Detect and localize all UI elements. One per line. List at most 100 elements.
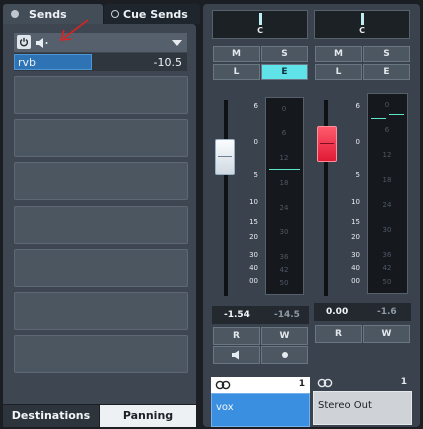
link-rings-icon[interactable] bbox=[317, 378, 333, 388]
meter-tick: 6 bbox=[384, 126, 390, 134]
dropdown-triangle-icon[interactable] bbox=[171, 38, 183, 48]
fader-tick: 30 bbox=[249, 251, 258, 259]
peak-value: -1.6 bbox=[377, 307, 397, 317]
fader-tick: 00 bbox=[351, 277, 360, 285]
fader-tick: 0 bbox=[253, 138, 258, 146]
send-slot-8[interactable] bbox=[14, 335, 188, 373]
tab-cue-sends[interactable]: Cue Sends bbox=[104, 4, 200, 24]
pan-value: C bbox=[257, 26, 263, 35]
fader-tick: 5 bbox=[355, 171, 360, 179]
volume-value: 0.00 bbox=[326, 307, 349, 317]
fader-tick: 15 bbox=[249, 218, 258, 226]
fader-tick: 10 bbox=[351, 198, 360, 206]
meter-tick: 18 bbox=[382, 176, 392, 184]
meter-scale-stereo-out: 0 6 12 18 24 30 36 42 50 bbox=[367, 93, 408, 294]
channel-name-vox[interactable]: vox bbox=[211, 393, 310, 427]
meter-tick: 50 bbox=[279, 279, 289, 287]
send-slot-2[interactable] bbox=[14, 76, 188, 114]
fader-scale-vox: 6 0 5 10 15 20 30 40 00 bbox=[236, 97, 258, 295]
speaker-icon[interactable] bbox=[35, 36, 49, 50]
fader-tick: 30 bbox=[351, 251, 360, 259]
volume-readout-vox[interactable]: -1.54 -14.5 bbox=[212, 306, 309, 324]
peak-value: -14.5 bbox=[274, 310, 300, 320]
tab-cue-sends-label: Cue Sends bbox=[123, 8, 188, 21]
tab-sends-indicator bbox=[11, 10, 19, 18]
meter-tick: 42 bbox=[279, 266, 289, 274]
fader-cap-stereo-out[interactable] bbox=[317, 126, 337, 162]
solo-button[interactable]: S bbox=[363, 46, 410, 62]
meter-tick: 24 bbox=[279, 204, 289, 212]
fader-tick: 10 bbox=[249, 198, 258, 206]
fader-tick: 6 bbox=[355, 102, 360, 110]
send-slot-6[interactable] bbox=[14, 249, 188, 287]
listen-button[interactable]: L bbox=[315, 64, 362, 80]
pan-indicator bbox=[259, 13, 262, 25]
volume-value: -1.54 bbox=[224, 310, 250, 320]
fader-tick: 40 bbox=[351, 264, 360, 272]
fader-tick: 5 bbox=[253, 171, 258, 179]
meter-tick: 0 bbox=[281, 105, 287, 113]
write-automation-button[interactable]: W bbox=[363, 325, 410, 343]
send-slot-1-level: -10.5 bbox=[153, 56, 182, 69]
channel-header-stereo-out: 1 bbox=[313, 375, 412, 391]
pan-control-stereo-out[interactable]: C bbox=[314, 10, 410, 39]
tab-destinations-label: Destinations bbox=[11, 409, 91, 422]
edit-button[interactable]: E bbox=[363, 64, 410, 80]
annotation-arrow bbox=[54, 18, 94, 44]
write-automation-button[interactable]: W bbox=[261, 327, 308, 345]
meter-tick: 12 bbox=[382, 151, 392, 159]
mute-button[interactable]: M bbox=[213, 46, 260, 62]
meter-tick: 12 bbox=[279, 154, 289, 162]
tab-panning[interactable]: Panning bbox=[100, 405, 196, 427]
meter-tick: 30 bbox=[382, 226, 392, 234]
record-dot-icon[interactable] bbox=[261, 346, 308, 364]
solo-button[interactable]: S bbox=[261, 46, 308, 62]
fader-tick: 20 bbox=[351, 233, 360, 241]
fader-tick: 6 bbox=[253, 102, 258, 110]
edit-button[interactable]: E bbox=[261, 64, 308, 80]
meter-tick: 24 bbox=[382, 201, 392, 209]
channel-number: 1 bbox=[298, 379, 305, 389]
meter-scale-vox: 0 6 12 18 24 30 36 42 50 bbox=[265, 97, 304, 295]
fader-tick: 20 bbox=[249, 233, 258, 241]
meter-tick: 18 bbox=[279, 179, 289, 187]
channel-name: vox bbox=[216, 402, 234, 413]
send-slot-5[interactable] bbox=[14, 206, 188, 244]
link-rings-icon[interactable] bbox=[215, 380, 231, 390]
fader-scale-stereo-out: 6 0 5 10 15 20 30 40 00 bbox=[338, 97, 360, 295]
fader-tick: 00 bbox=[249, 277, 258, 285]
volume-readout-stereo-out[interactable]: 0.00 -1.6 bbox=[314, 303, 411, 321]
meter-tick: 30 bbox=[279, 228, 289, 236]
power-icon[interactable] bbox=[17, 35, 31, 49]
read-automation-button[interactable]: R bbox=[213, 327, 260, 345]
channel-name: Stereo Out bbox=[318, 400, 372, 411]
send-slot-3[interactable] bbox=[14, 119, 188, 157]
fader-cap-vox[interactable] bbox=[215, 139, 235, 175]
fader-track-vox[interactable] bbox=[224, 100, 228, 296]
tab-panning-label: Panning bbox=[122, 409, 174, 422]
channel-name-stereo-out[interactable]: Stereo Out bbox=[313, 391, 412, 425]
meter-tick: 36 bbox=[382, 251, 392, 259]
pan-control-vox[interactable]: C bbox=[212, 10, 308, 39]
meter-tick: 42 bbox=[382, 264, 392, 272]
read-automation-button[interactable]: R bbox=[315, 325, 362, 343]
tab-cue-sends-indicator bbox=[111, 10, 119, 18]
meter-tick: 50 bbox=[382, 278, 392, 286]
fader-tick: 15 bbox=[351, 218, 360, 226]
send-slot-7[interactable] bbox=[14, 292, 188, 330]
pan-indicator bbox=[361, 13, 364, 25]
channel-header-vox: 1 bbox=[211, 377, 310, 393]
tab-destinations[interactable]: Destinations bbox=[3, 405, 99, 427]
fader-tick: 0 bbox=[355, 138, 360, 146]
send-slot-4[interactable] bbox=[14, 162, 188, 200]
meter-tick: 6 bbox=[281, 129, 287, 137]
meter-tick: 0 bbox=[384, 101, 390, 109]
speaker-icon[interactable] bbox=[213, 346, 260, 364]
fader-tick: 40 bbox=[249, 264, 258, 272]
mute-button[interactable]: M bbox=[315, 46, 362, 62]
meter-tick: 36 bbox=[279, 253, 289, 261]
pan-value: C bbox=[359, 26, 365, 35]
listen-button[interactable]: L bbox=[213, 64, 260, 80]
channel-number: 1 bbox=[400, 377, 407, 387]
send-slot-1-name: rvb bbox=[18, 56, 37, 69]
